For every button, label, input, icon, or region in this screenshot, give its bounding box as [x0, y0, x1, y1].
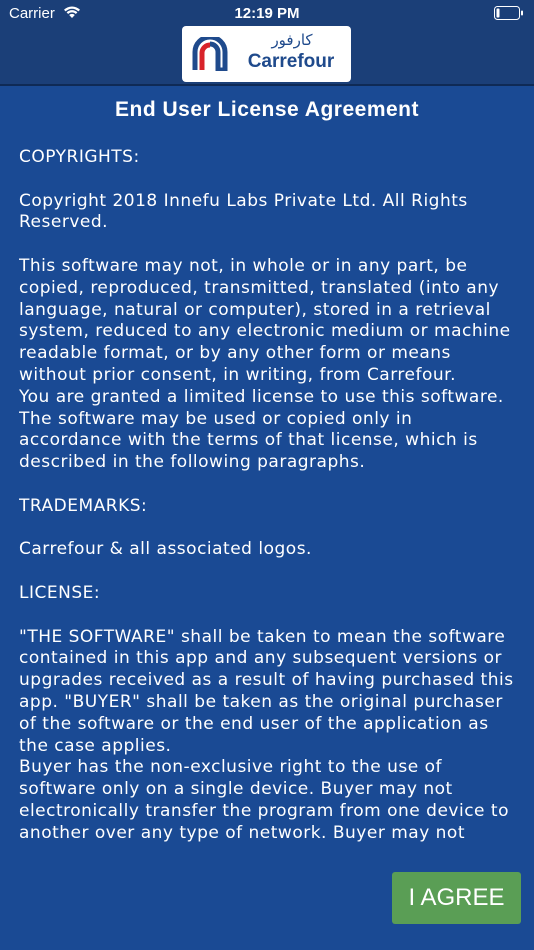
- carrefour-mark-icon: [192, 34, 228, 76]
- paragraph: Copyright 2018 Innefu Labs Private Ltd. …: [19, 190, 468, 233]
- paragraph: Buyer has the non-exclusive right to the…: [19, 757, 509, 843]
- agree-button[interactable]: I AGREE: [392, 872, 521, 924]
- logo-arabic-text: كارفور: [271, 31, 313, 49]
- app-header: Carrier 12:19 PM كارفور Carrefour: [0, 0, 534, 86]
- section-heading: LICENSE:: [19, 582, 101, 603]
- page-title: End User License Agreement: [115, 98, 419, 121]
- paragraph: "THE SOFTWARE" shall be taken to mean th…: [19, 626, 514, 756]
- paragraph: This software may not, in whole or in an…: [19, 255, 511, 385]
- logo-brand-text: Carrefour: [247, 51, 335, 72]
- status-time: 12:19 PM: [234, 5, 300, 22]
- battery-icon: [494, 6, 524, 25]
- status-bar: Carrier 12:19 PM: [0, 0, 534, 28]
- carrefour-logo: كارفور Carrefour: [182, 26, 351, 82]
- section-heading: TRADEMARKS:: [19, 495, 148, 516]
- license-text-scroll[interactable]: COPYRIGHTS: Copyright 2018 Innefu Labs P…: [19, 147, 519, 860]
- paragraph: You are granted a limited license to use…: [19, 386, 504, 473]
- paragraph: Carrefour & all associated logos.: [19, 539, 312, 560]
- section-heading: COPYRIGHTS:: [19, 147, 140, 167]
